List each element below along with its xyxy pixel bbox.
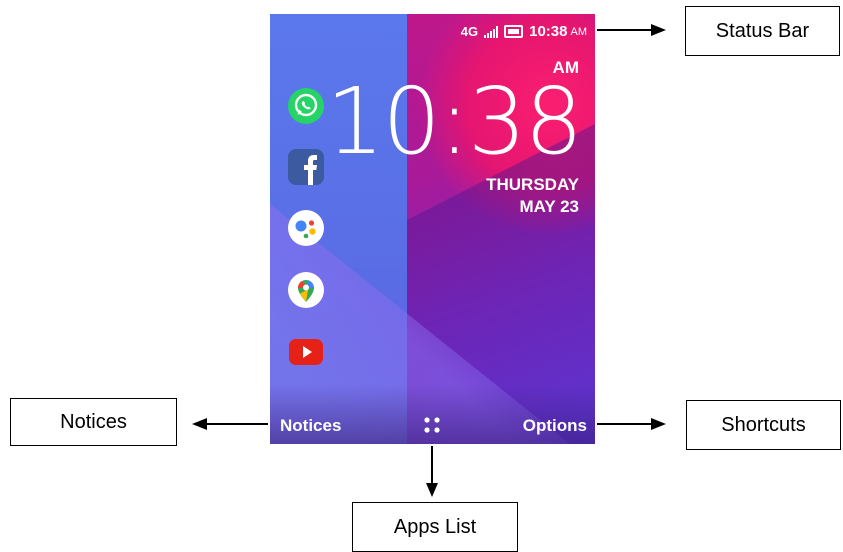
app-google-assistant[interactable]	[286, 208, 326, 248]
facebook-icon	[288, 149, 324, 185]
battery-icon	[504, 25, 524, 38]
callout-apps-list: Apps List	[352, 502, 518, 552]
clock-date: MAY 23	[519, 197, 579, 216]
phone-home-screen: 4G 10:38 AM AM 10:38 THURSDAY MAY 23 Not…	[270, 14, 595, 444]
clock-day: THURSDAY	[486, 175, 579, 194]
status-time: 10:38	[529, 23, 568, 40]
app-google-maps[interactable]	[286, 270, 326, 310]
status-bar: 4G 10:38 AM	[461, 23, 587, 40]
google-maps-icon	[288, 272, 324, 308]
callout-shortcuts: Shortcuts	[686, 400, 841, 450]
arrowhead-apps-list	[426, 483, 438, 497]
app-facebook[interactable]	[286, 147, 326, 187]
app-whatsapp[interactable]	[286, 86, 326, 126]
arrowhead-status-bar	[651, 24, 666, 36]
status-ampm: AM	[570, 25, 588, 38]
youtube-icon	[289, 339, 323, 365]
page: 4G 10:38 AM AM 10:38 THURSDAY MAY 23 Not…	[0, 0, 843, 552]
google-assistant-icon	[288, 210, 324, 246]
softkey-right-options[interactable]: Options	[523, 416, 587, 436]
arrowhead-shortcuts	[651, 418, 666, 430]
apps-grid-icon	[424, 417, 440, 433]
signal-strength-icon	[484, 25, 499, 38]
softkey-left-notices[interactable]: Notices	[280, 416, 341, 436]
callout-notices: Notices	[10, 398, 177, 446]
whatsapp-icon	[288, 88, 324, 124]
clock-time: 10:38	[325, 68, 583, 175]
callout-status-bar: Status Bar	[685, 6, 840, 56]
app-youtube[interactable]	[286, 332, 326, 372]
arrowhead-notices	[192, 418, 207, 430]
network-type: 4G	[460, 24, 479, 39]
softkey-center-apps[interactable]	[422, 415, 442, 435]
